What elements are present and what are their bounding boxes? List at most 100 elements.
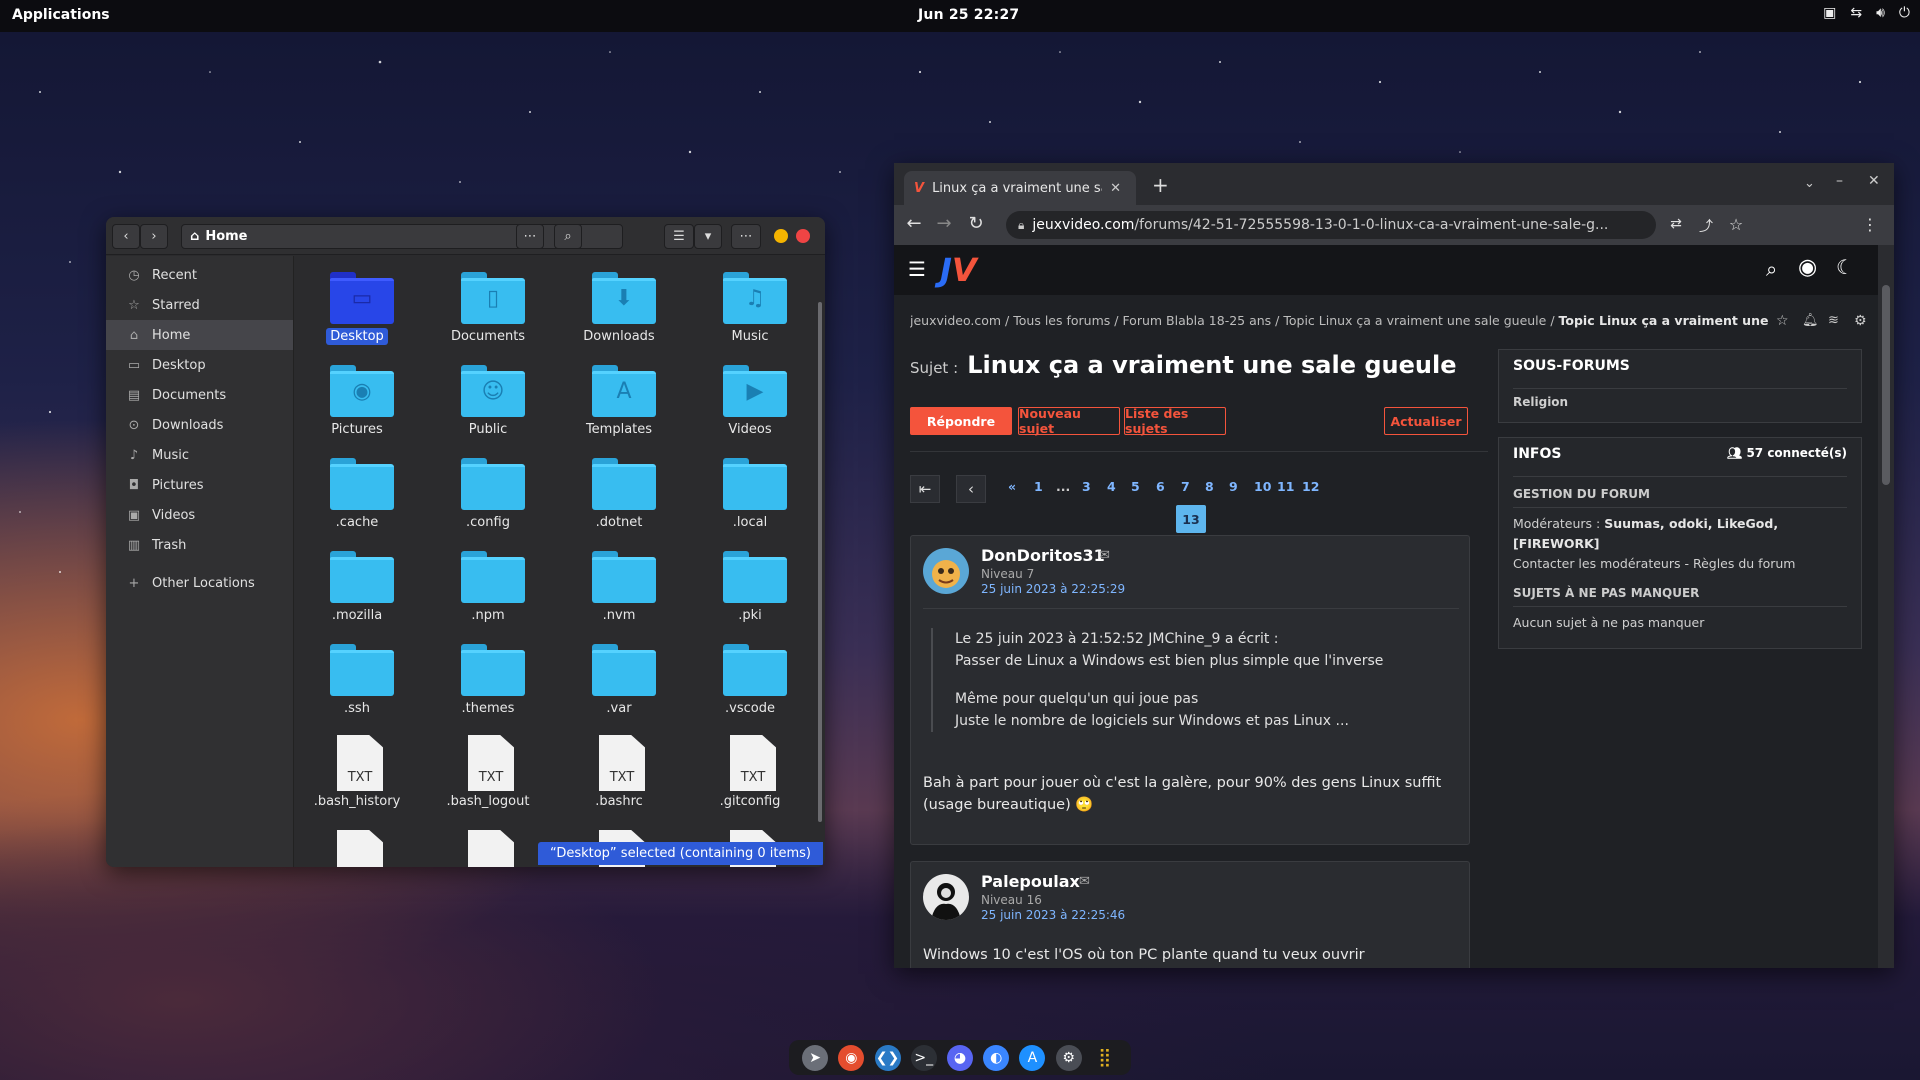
- terminal-icon[interactable]: >_: [910, 1044, 937, 1071]
- account-icon[interactable]: ◉: [1798, 255, 1817, 280]
- folder-item[interactable]: ▭ Desktop: [297, 264, 417, 354]
- back-button[interactable]: ‹: [112, 224, 140, 249]
- translate-icon[interactable]: ⇄: [1664, 216, 1688, 232]
- sidebar-item-home[interactable]: ⌂ Home: [106, 320, 293, 350]
- sidebar-item-other-locations[interactable]: + Other Locations: [106, 568, 293, 598]
- file-item[interactable]: TXT .bashrc: [559, 729, 679, 819]
- post-author[interactable]: Palepoulax: [981, 872, 1080, 891]
- page-link[interactable]: 1: [1034, 479, 1043, 494]
- back-arrow-icon[interactable]: ←: [902, 213, 926, 234]
- folder-item[interactable]: .vscode: [690, 636, 810, 726]
- favorite-star-icon[interactable]: ☆: [1776, 313, 1789, 329]
- folder-item[interactable]: .themes: [428, 636, 548, 726]
- new-topic-button[interactable]: Nouveau sujet: [1018, 406, 1120, 436]
- volume-icon[interactable]: 🔊︎: [1876, 5, 1885, 21]
- path-menu-button[interactable]: ⋯: [516, 224, 544, 249]
- page-link[interactable]: 5: [1131, 479, 1140, 494]
- sidebar-item-desktop[interactable]: ▭ Desktop: [106, 350, 293, 380]
- breadcrumb-link[interactable]: Tous les forums: [1013, 313, 1110, 328]
- reload-icon[interactable]: ↻: [964, 213, 988, 234]
- text-file-icon[interactable]: [337, 830, 383, 867]
- page-link[interactable]: 12: [1302, 479, 1319, 494]
- folder-item[interactable]: .npm: [428, 543, 548, 633]
- minimize-button[interactable]: [774, 229, 788, 243]
- sidebar-item-downloads[interactable]: ⊙ Downloads: [106, 410, 293, 440]
- folder-item[interactable]: .pki: [690, 543, 810, 633]
- sidebar-item-starred[interactable]: ☆ Starred: [106, 290, 293, 320]
- refresh-button[interactable]: Actualiser: [1384, 407, 1468, 435]
- main-menu-button[interactable]: ⋯: [731, 224, 761, 249]
- prev-page-button[interactable]: ‹: [956, 475, 986, 503]
- minimize-button[interactable]: –: [1836, 173, 1843, 189]
- page-link[interactable]: 7: [1181, 479, 1190, 494]
- current-page[interactable]: 13: [1176, 505, 1206, 533]
- folder-item[interactable]: .nvm: [559, 543, 679, 633]
- file-item[interactable]: TXT .bash_logout: [428, 729, 548, 819]
- page-link[interactable]: 9: [1229, 479, 1238, 494]
- apps-grid-icon[interactable]: ⣿: [1092, 1045, 1118, 1071]
- settings-gear-icon[interactable]: ⚙: [1854, 313, 1867, 329]
- folder-item[interactable]: .config: [428, 450, 548, 540]
- avatar[interactable]: [923, 548, 969, 594]
- tab-active[interactable]: V Linux ça a vraiment une sale gueule ✕: [904, 171, 1136, 205]
- appstore-icon[interactable]: A: [1019, 1044, 1046, 1071]
- page-link[interactable]: 10: [1254, 479, 1271, 494]
- folder-item[interactable]: .dotnet: [559, 450, 679, 540]
- folder-item[interactable]: .mozilla: [297, 543, 417, 633]
- page-link[interactable]: 6: [1156, 479, 1165, 494]
- page-scrollbar[interactable]: [1878, 245, 1894, 968]
- subforum-link[interactable]: Religion: [1499, 395, 1861, 409]
- list-view-button[interactable]: ☰: [664, 224, 694, 249]
- dark-mode-icon[interactable]: ☾: [1836, 255, 1854, 279]
- sidebar-item-documents[interactable]: ▤ Documents: [106, 380, 293, 410]
- close-button[interactable]: [796, 229, 810, 243]
- discord-icon[interactable]: ◕: [946, 1044, 973, 1071]
- folder-item[interactable]: .cache: [297, 450, 417, 540]
- breadcrumb-link[interactable]: jeuxvideo.com: [910, 313, 1001, 328]
- file-item[interactable]: TXT .gitconfig: [690, 729, 810, 819]
- applications-menu[interactable]: Applications: [12, 7, 110, 23]
- reply-button[interactable]: Répondre: [910, 407, 1012, 435]
- page-link[interactable]: 11: [1277, 479, 1294, 494]
- pagination-prev-arrow[interactable]: «: [1008, 479, 1016, 494]
- avatar[interactable]: [923, 874, 969, 920]
- topic-list-button[interactable]: Liste des sujets: [1124, 406, 1226, 436]
- view-options-button[interactable]: ▾: [694, 224, 722, 249]
- breadcrumb-link[interactable]: Topic Linux ça a vraiment une sale gueul…: [1283, 313, 1546, 328]
- page-link[interactable]: 4: [1107, 479, 1116, 494]
- mail-icon[interactable]: ✉: [1099, 548, 1110, 563]
- search-icon[interactable]: ⌕: [1766, 257, 1777, 281]
- folder-item[interactable]: ⬇ Downloads: [559, 264, 679, 354]
- browser-icon[interactable]: ◐: [983, 1044, 1010, 1071]
- kebab-menu-icon[interactable]: ⋮: [1858, 215, 1882, 234]
- folder-item[interactable]: ♫ Music: [690, 264, 810, 354]
- scrollbar-thumb[interactable]: [1882, 285, 1890, 485]
- telegram-icon[interactable]: ➤: [802, 1044, 829, 1071]
- sidebar-item-videos[interactable]: ▣ Videos: [106, 500, 293, 530]
- sidebar-item-recent[interactable]: ◷ Recent: [106, 260, 293, 290]
- file-item[interactable]: TXT .bash_history: [297, 729, 417, 819]
- folder-item[interactable]: ☺ Public: [428, 357, 548, 447]
- post-author[interactable]: DonDoritos31: [981, 546, 1105, 565]
- rss-icon[interactable]: ≋: [1828, 313, 1839, 328]
- close-window-button[interactable]: ✕: [1868, 173, 1880, 189]
- folder-item[interactable]: .local: [690, 450, 810, 540]
- vscode-icon[interactable]: ❮❯: [874, 1044, 901, 1071]
- sidebar-item-music[interactable]: ♪ Music: [106, 440, 293, 470]
- bell-icon[interactable]: 🔔︎: [1802, 313, 1819, 328]
- sidebar-item-trash[interactable]: ▥ Trash: [106, 530, 293, 560]
- mail-icon[interactable]: ✉: [1079, 874, 1090, 889]
- folder-item[interactable]: .var: [559, 636, 679, 726]
- post-date[interactable]: 25 juin 2023 à 22:25:29: [981, 582, 1125, 596]
- post-date[interactable]: 25 juin 2023 à 22:25:46: [981, 908, 1125, 922]
- jv-logo[interactable]: JV: [940, 251, 977, 289]
- folder-item[interactable]: ▶ Videos: [690, 357, 810, 447]
- network-icon[interactable]: ⇆: [1850, 5, 1862, 21]
- close-tab-icon[interactable]: ✕: [1110, 181, 1121, 196]
- scrollbar[interactable]: [818, 302, 822, 822]
- forward-button[interactable]: ›: [140, 224, 168, 249]
- breadcrumb-link[interactable]: Forum Blabla 18-25 ans: [1122, 313, 1271, 328]
- chrome-icon[interactable]: ◉: [838, 1044, 865, 1071]
- clock[interactable]: Jun 25 22:27: [918, 7, 1019, 23]
- share-icon[interactable]: ⤴: [1694, 216, 1718, 236]
